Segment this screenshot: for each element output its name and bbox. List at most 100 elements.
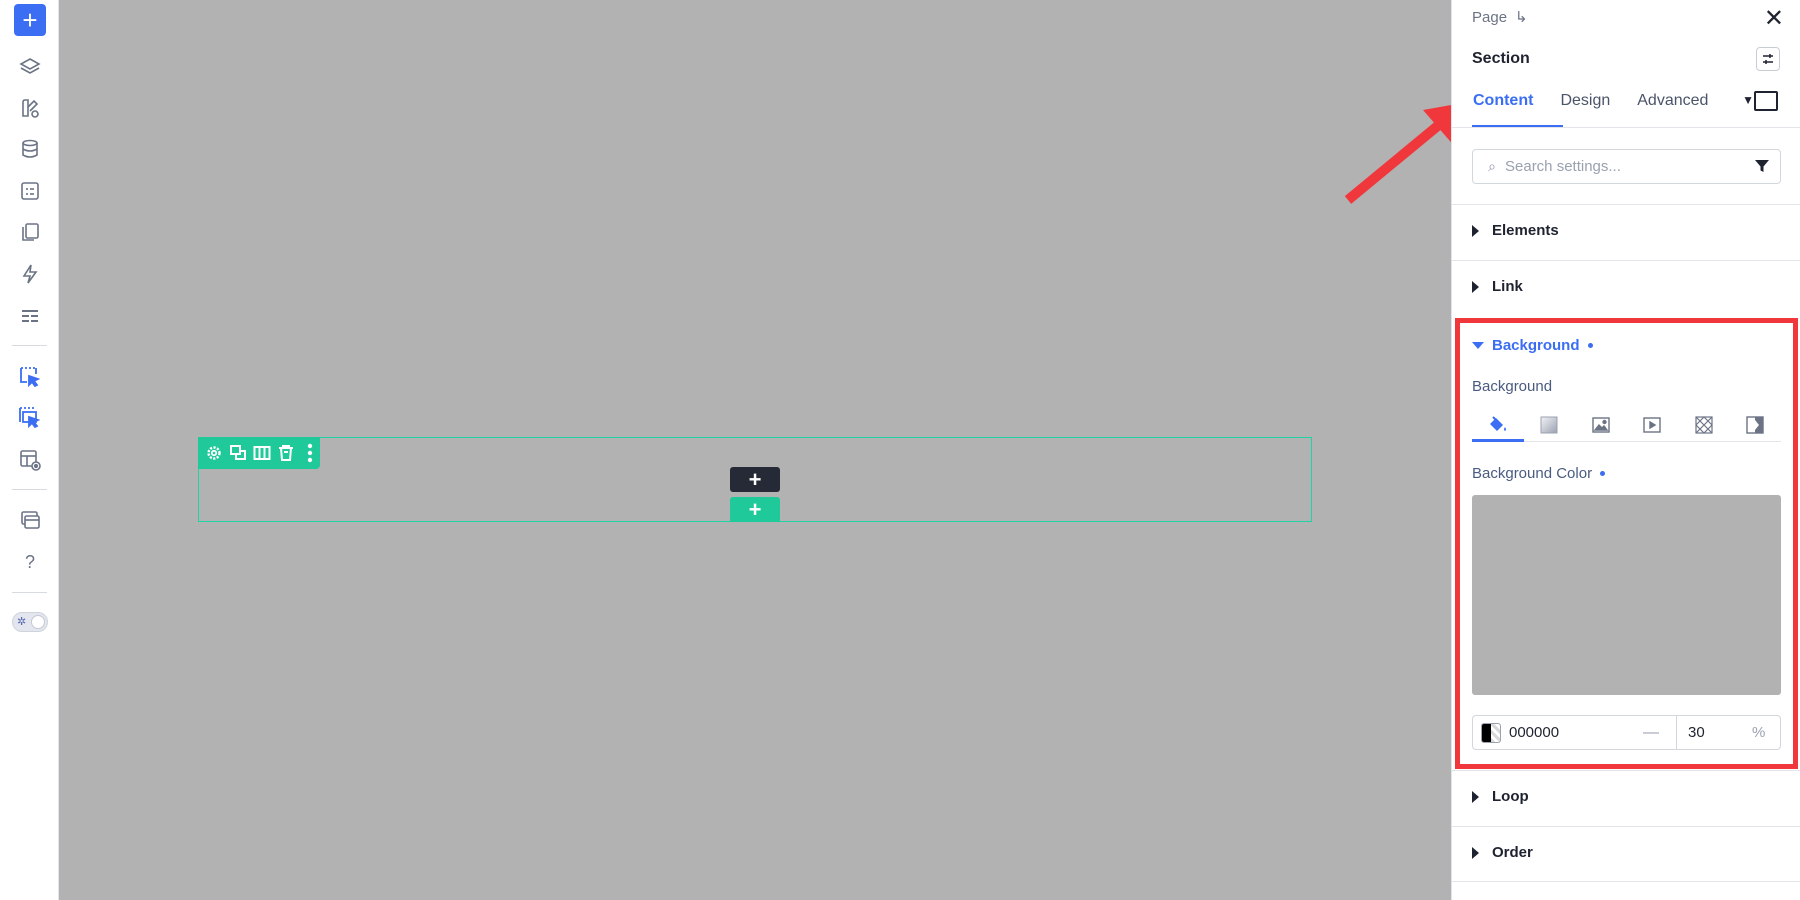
opacity-input[interactable] [1688, 724, 1748, 741]
sliders-icon [1763, 54, 1773, 64]
background-type-tabs [1472, 408, 1781, 442]
caret-down-icon [1472, 342, 1484, 349]
settings-search-input[interactable] [1505, 158, 1745, 175]
sections-button[interactable] [14, 300, 46, 332]
data-button[interactable] [14, 133, 46, 165]
sun-icon: ✲ [17, 616, 27, 628]
builder-canvas[interactable]: + + [59, 0, 1451, 900]
help-icon: ? [24, 551, 35, 572]
panel-tabs: Content Design Advanced [1472, 90, 1780, 128]
form-button[interactable] [14, 175, 46, 207]
toggle-knob [31, 615, 45, 629]
help-button[interactable]: ? [14, 546, 46, 578]
bg-type-gradient[interactable] [1524, 408, 1576, 441]
color-preview[interactable] [1472, 495, 1781, 695]
theme-toggle[interactable]: ✲ [12, 612, 48, 632]
breadcrumb[interactable]: Page ↳ [1472, 8, 1528, 27]
section-order[interactable]: Order [1452, 826, 1800, 882]
caret-down-icon[interactable]: ▼ [1742, 93, 1754, 107]
bg-type-pattern[interactable] [1678, 408, 1730, 441]
filter-button[interactable] [1754, 158, 1770, 179]
element-actions-button[interactable] [1756, 47, 1780, 71]
tab-advanced[interactable]: Advanced [1636, 90, 1709, 122]
opacity-field: % [1676, 716, 1781, 749]
style-button[interactable] [14, 92, 46, 124]
section-elements[interactable]: Elements [1452, 204, 1800, 260]
rail-divider [12, 489, 47, 490]
preview-button[interactable] [14, 444, 46, 476]
responsive-device-button[interactable] [1754, 91, 1778, 111]
rail-divider [12, 592, 47, 593]
layers-button[interactable] [14, 51, 46, 83]
hex-color-input[interactable] [1509, 724, 1629, 741]
search-icon: ⌕ [1488, 158, 1496, 174]
database-icon [22, 139, 38, 158]
plus-icon: + [748, 496, 762, 522]
separator-dash: — [1643, 723, 1659, 741]
section-order-label: Order [1492, 844, 1533, 861]
color-input-row: — % [1472, 715, 1781, 750]
more-vertical-icon [307, 443, 313, 463]
section-loop[interactable]: Loop [1452, 770, 1800, 826]
gradient-icon [1540, 416, 1558, 433]
section-background-header[interactable]: Background [1472, 337, 1593, 354]
select-elements-button[interactable] [14, 402, 46, 434]
color-swatch[interactable] [1481, 722, 1501, 743]
sections-icon [22, 310, 38, 322]
select-element-button[interactable] [14, 361, 46, 393]
more-options-button[interactable] [300, 441, 320, 465]
background-color-field: Background Color [1472, 465, 1606, 482]
opacity-unit: % [1752, 724, 1766, 741]
brush-icon [22, 99, 39, 118]
section-elements-label: Elements [1492, 222, 1559, 239]
add-element-button[interactable]: + [14, 4, 46, 36]
tabs-divider [1452, 127, 1800, 128]
breadcrumb-page[interactable]: Page [1472, 9, 1507, 26]
return-arrow-icon: ↳ [1515, 9, 1528, 26]
close-panel-button[interactable]: ✕ [1764, 4, 1784, 33]
section-link-label: Link [1492, 278, 1523, 295]
image-icon [1592, 416, 1610, 433]
delete-button[interactable] [276, 441, 296, 465]
lightning-icon [22, 264, 38, 284]
background-field-label: Background [1472, 378, 1553, 395]
add-icon: + [22, 5, 38, 35]
section-link[interactable]: Link [1452, 260, 1800, 316]
preview-icon [20, 450, 41, 471]
tab-content[interactable]: Content [1472, 90, 1534, 122]
panel-title: Section [1472, 50, 1530, 67]
bg-type-video[interactable] [1627, 408, 1679, 441]
settings-panel: Page ↳ ✕ Section Content Design Advanced… [1451, 0, 1800, 900]
caret-right-icon [1472, 281, 1479, 293]
add-section-button[interactable]: + [730, 497, 780, 522]
close-icon: ✕ [1763, 5, 1784, 32]
section-background-label: Background [1492, 337, 1580, 354]
select-elements-icon [19, 407, 41, 429]
modified-dot [1587, 343, 1593, 348]
plus-icon: + [748, 466, 762, 492]
bg-type-overlay[interactable] [1730, 408, 1782, 441]
templates-icon [21, 511, 40, 529]
section-toolbar [198, 437, 320, 469]
overlay-icon [1746, 415, 1764, 434]
layers-icon [19, 58, 41, 74]
columns-button[interactable] [252, 441, 272, 465]
templates-button[interactable] [14, 504, 46, 536]
background-color-label: Background Color [1472, 465, 1593, 482]
form-icon [21, 182, 39, 200]
add-element-inside-button[interactable]: + [730, 467, 780, 492]
pages-icon [22, 223, 39, 241]
trash-icon [279, 445, 293, 461]
rail-divider [12, 345, 47, 346]
video-icon [1643, 416, 1661, 433]
bg-type-image[interactable] [1575, 408, 1627, 441]
pages-button[interactable] [14, 216, 46, 248]
bg-type-color[interactable] [1472, 408, 1524, 442]
duplicate-icon [230, 445, 246, 460]
interactions-button[interactable] [14, 258, 46, 290]
columns-icon [253, 446, 271, 460]
tab-design[interactable]: Design [1559, 90, 1611, 122]
section-settings-button[interactable] [204, 441, 224, 465]
duplicate-button[interactable] [228, 441, 248, 465]
modified-dot [1600, 471, 1606, 476]
